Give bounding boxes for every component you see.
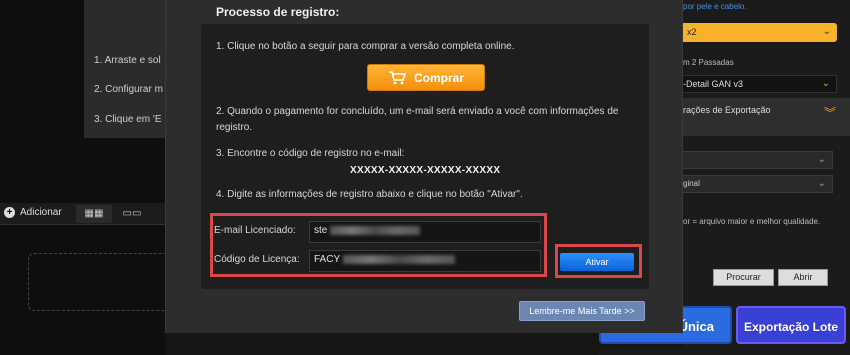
registration-dialog: Processo de registro: 1. Clique no botão… <box>165 0 683 333</box>
hint-text: por pele e cabelo. <box>683 2 747 11</box>
email-value: ste <box>314 225 328 236</box>
passes-text: m 2 Passadas <box>683 58 734 67</box>
scale-select-value: x2 <box>687 27 697 37</box>
add-label: Adicionar <box>20 207 62 218</box>
format-select[interactable]: ginal ⌄ <box>683 175 833 193</box>
drop-area[interactable] <box>28 253 165 311</box>
redacted-email <box>330 225 421 235</box>
double-chevron-icon: ︾ <box>823 106 836 120</box>
redacted-license <box>343 254 456 264</box>
license-row: Código de Licença: FACY <box>211 249 551 273</box>
batch-export-button[interactable]: Exportação Lote <box>736 306 846 344</box>
grid-icon: ▦▦ <box>84 208 104 219</box>
add-button[interactable]: + Adicionar <box>4 207 62 218</box>
list-icon: ▭▭ <box>122 208 142 219</box>
model-select-value: -Detail GAN v3 <box>683 79 744 89</box>
scale-select[interactable]: x2 ⌄ <box>683 23 837 42</box>
bg-step-2: 2. Configurar m <box>94 84 163 95</box>
plus-icon: + <box>4 207 15 218</box>
buy-button[interactable]: Comprar <box>367 64 485 91</box>
setting-select-1[interactable]: ⌄ <box>683 151 833 169</box>
license-value: FACY <box>314 254 341 265</box>
step-1-text: 1. Clique no botão a seguir para comprar… <box>216 41 515 52</box>
bg-step-3: 3. Clique em 'E <box>94 114 162 125</box>
bg-step-1: 1. Arraste e sol <box>94 55 161 66</box>
export-settings-title: rações de Exportação <box>683 105 771 115</box>
license-label: Código de Licença: <box>214 254 300 265</box>
buy-label: Comprar <box>413 70 464 85</box>
model-select[interactable]: -Detail GAN v3 ⌄ <box>683 75 837 93</box>
cart-icon <box>388 70 406 84</box>
email-label: E-mail Licenciado: <box>214 225 296 236</box>
step-2-text: 2. Quando o pagamento for concluído, um … <box>216 106 619 133</box>
step-4-text: 4. Digite as informações de registro aba… <box>216 189 523 200</box>
list-view-button[interactable]: ▭▭ <box>114 205 150 223</box>
status-strip <box>599 347 850 355</box>
email-field[interactable]: ste <box>309 221 541 243</box>
registration-code-format: XXXXX-XXXXX-XXXXX-XXXXX <box>350 165 501 176</box>
quality-note: or = arquivo maior e melhor qualidade. <box>683 217 821 226</box>
browse-button[interactable]: Procurar <box>713 269 774 286</box>
dialog-title: Processo de registro: <box>216 5 340 19</box>
registration-content: 1. Clique no botão a seguir para comprar… <box>201 24 649 289</box>
format-select-value: ginal <box>683 179 700 188</box>
remind-later-button[interactable]: Lembre-me Mais Tarde >> <box>519 301 645 321</box>
export-settings-header[interactable]: rações de Exportação ︾ <box>683 98 850 136</box>
open-button[interactable]: Abrir <box>778 269 828 286</box>
activate-button[interactable]: Ativar <box>560 253 634 271</box>
grid-view-button[interactable]: ▦▦ <box>76 205 112 223</box>
chevron-down-icon: ⌄ <box>817 178 826 189</box>
step-3-text: 3. Encontre o código de registro no e-ma… <box>216 148 405 159</box>
chevron-down-icon: ⌄ <box>817 154 826 165</box>
chevron-down-icon: ⌄ <box>822 26 831 37</box>
chevron-down-icon: ⌄ <box>821 78 830 89</box>
email-row: E-mail Licenciado: ste <box>211 220 551 244</box>
license-code-field[interactable]: FACY <box>309 250 541 272</box>
